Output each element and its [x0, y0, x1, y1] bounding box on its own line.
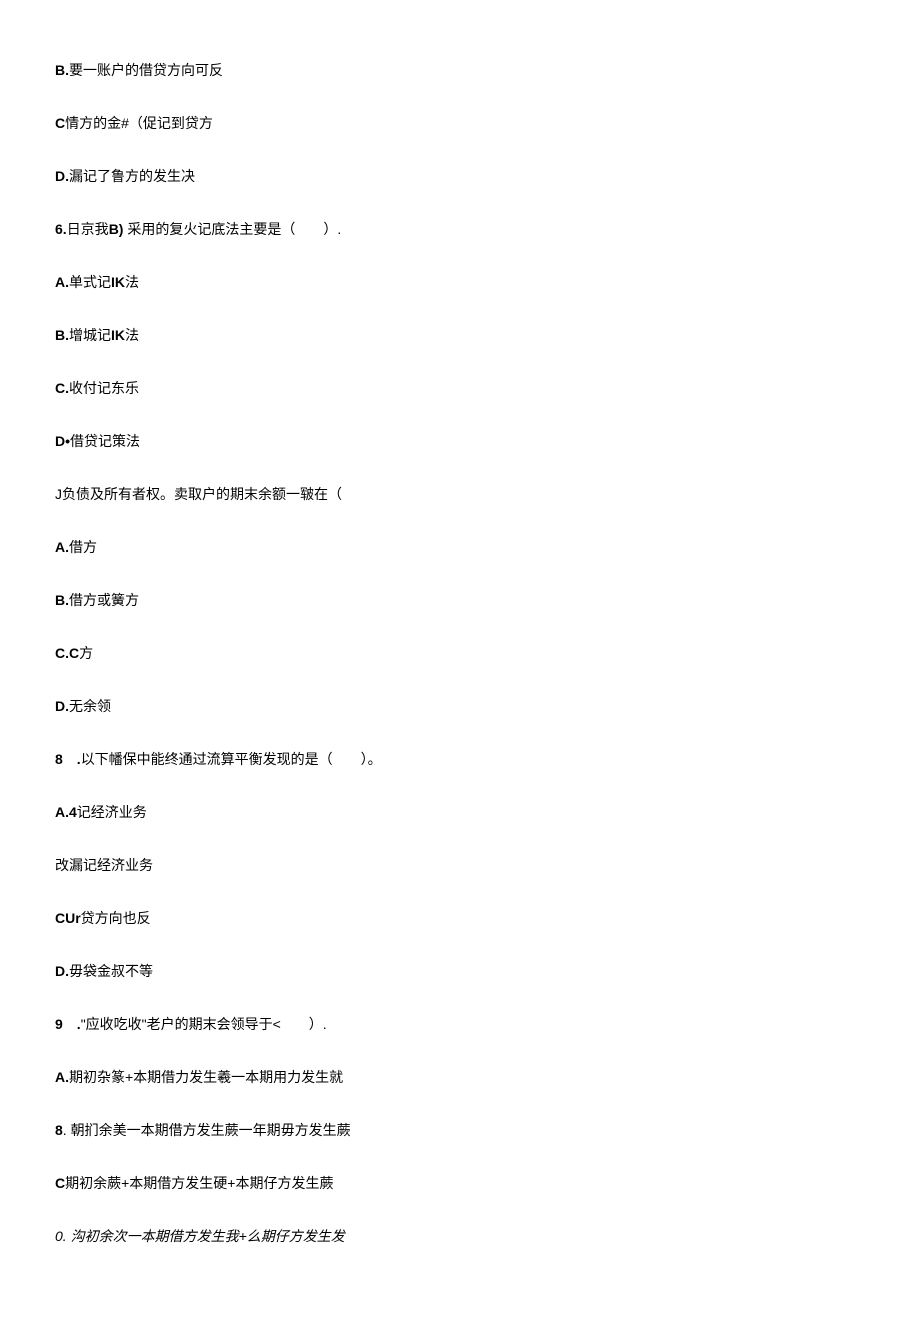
question-text: J负债及所有者权。卖取户的期末余额一皲在（	[55, 486, 342, 502]
option-text: . 朝扪余美一本期借方发生蕨一年期毋方发生蕨	[63, 1122, 351, 1138]
option-prefix: A.	[55, 1069, 69, 1085]
option-bold: IK	[111, 274, 125, 290]
question-9: 9 ."应收吃收"老户的期末会领导于< ）.	[55, 1014, 865, 1035]
option-text: 借方或簧方	[69, 592, 139, 608]
option-text: 单式记	[69, 274, 111, 290]
option-a: A.单式记IK法	[55, 272, 865, 293]
option-text: 记经济业务	[77, 804, 147, 820]
question-prefix: 6.	[55, 221, 67, 237]
option-prefix: A.4	[55, 804, 77, 820]
question-6: 6.日京我B) 采用的复火记底法主要是（ ）.	[55, 219, 865, 240]
option-prefix: C	[55, 1175, 65, 1191]
option-prefix: B.	[55, 327, 69, 343]
option-b: 8. 朝扪余美一本期借方发生蕨一年期毋方发生蕨	[55, 1120, 865, 1141]
option-prefix: A.	[55, 539, 69, 555]
option-bold: IK	[111, 327, 125, 343]
question-text: 以下幡保中能终通过流算平衡发现的是（ ）。	[81, 751, 382, 767]
option-text: 情方的金#（促记到贷方	[65, 115, 213, 131]
option-d: D.毋袋金叔不等	[55, 961, 865, 982]
question-prefix: 8 .	[55, 751, 81, 767]
option-d: D.漏记了鲁方的发生决	[55, 166, 865, 187]
option-d: D•借贷记策法	[55, 431, 865, 452]
option-prefix: B.	[55, 62, 69, 78]
option-a: A.期初杂篆+本期借力发生羲一本期用力发生就	[55, 1067, 865, 1088]
option-b: B.借方或簧方	[55, 590, 865, 611]
option-d: 0. 沟初余次一本期借方发生我+么期仔方发生发	[55, 1226, 865, 1247]
question-text: "应收吃收"老户的期末会领导于< ）.	[81, 1016, 327, 1032]
option-c: C.收付记东乐	[55, 378, 865, 399]
option-prefix: D.	[55, 698, 69, 714]
option-c: C期初余蕨+本期借方发生硬+本期仔方发生蕨	[55, 1173, 865, 1194]
option-text: 增城记	[69, 327, 111, 343]
option-prefix: B.	[55, 592, 69, 608]
option-text: 贷方向也反	[81, 910, 151, 926]
option-text: 改漏记经济业务	[55, 857, 153, 873]
question-rest: 采用的复火记底法主要是（ ）.	[123, 221, 341, 237]
option-text: 0. 沟初余次一本期借方发生我+么期仔方发生发	[55, 1228, 345, 1244]
option-c: CUr贷方向也反	[55, 908, 865, 929]
option-b: B.增城记IK法	[55, 325, 865, 346]
option-text: 无余领	[69, 698, 111, 714]
option-a: A.借方	[55, 537, 865, 558]
option-prefix: C	[55, 115, 65, 131]
question-8: 8 .以下幡保中能终通过流算平衡发现的是（ ）。	[55, 749, 865, 770]
option-text: 方	[79, 645, 93, 661]
option-prefix: D.	[55, 168, 69, 184]
option-text: 漏记了鲁方的发生决	[69, 168, 195, 184]
option-text: 要一账户的借贷方向可反	[69, 62, 223, 78]
option-text: 毋袋金叔不等	[69, 963, 153, 979]
option-text: 借贷记策法	[70, 433, 140, 449]
option-prefix: C.	[55, 380, 69, 396]
question-prefix: 9 .	[55, 1016, 81, 1032]
option-a: A.4记经济业务	[55, 802, 865, 823]
option-prefix: C.C	[55, 645, 79, 661]
question-bold: B)	[109, 221, 124, 237]
option-prefix: D•	[55, 433, 70, 449]
option-text: 收付记东乐	[69, 380, 139, 396]
option-rest: 法	[125, 327, 139, 343]
option-text: 期初余蕨+本期借方发生硬+本期仔方发生蕨	[65, 1175, 333, 1191]
question-7: J负债及所有者权。卖取户的期末余额一皲在（	[55, 484, 865, 505]
option-text-line: 改漏记经济业务	[55, 855, 865, 876]
option-text: 期初杂篆+本期借力发生羲一本期用力发生就	[69, 1069, 343, 1085]
option-rest: 法	[125, 274, 139, 290]
option-prefix: CUr	[55, 910, 81, 926]
option-d: D.无余领	[55, 696, 865, 717]
option-c: C情方的金#（促记到贷方	[55, 113, 865, 134]
question-text: 日京我	[67, 221, 109, 237]
option-prefix: A.	[55, 274, 69, 290]
option-text: 借方	[69, 539, 97, 555]
option-b: B.要一账户的借贷方向可反	[55, 60, 865, 81]
option-prefix: D.	[55, 963, 69, 979]
option-c: C.C方	[55, 643, 865, 664]
option-prefix: 8	[55, 1122, 63, 1138]
